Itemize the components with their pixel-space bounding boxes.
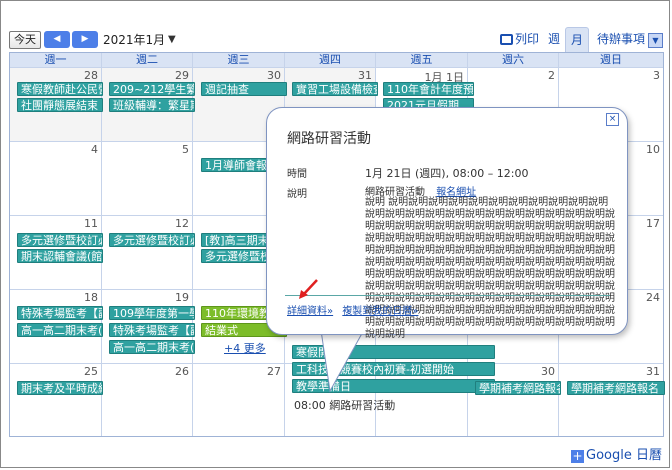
date-number: 30 [541, 365, 555, 378]
date-number: 31 [358, 69, 372, 82]
day-header-thu: 週四 [285, 53, 376, 67]
week-view-tab[interactable]: 週 [548, 27, 560, 51]
day-cell[interactable]: 25 [10, 363, 102, 436]
today-button[interactable]: 今天 [9, 31, 41, 49]
details-link[interactable]: 詳細資料» [287, 306, 333, 317]
day-cell[interactable]: 27 [193, 363, 285, 436]
annotation-arrow-icon [299, 279, 318, 299]
event-chip[interactable]: 期末認輔會議(館 [17, 249, 103, 263]
date-number: 4 [91, 143, 98, 156]
copy-to-calendar-link[interactable]: 複製到我的日曆» [342, 306, 418, 317]
date-number: 25 [84, 365, 98, 378]
date-number: 29 [175, 69, 189, 82]
event-chip[interactable]: 209~212學生繁 [109, 82, 195, 96]
date-number: 19 [175, 291, 189, 304]
day-cell[interactable]: 26 [102, 363, 193, 436]
plus-icon: + [571, 449, 584, 463]
printer-icon [500, 34, 513, 45]
popup-title: 網路研習活動 [287, 131, 371, 147]
day-cell[interactable]: 12 [102, 215, 193, 289]
event-chip[interactable]: 多元選修暨校訂必 [109, 233, 195, 247]
date-number: 28 [84, 69, 98, 82]
toolbar: 今天 ◀ ▶ 2021年1月 ▼ 列印 週 月 待辦事項 ▼ [0, 0, 670, 52]
arrow-right-icon: ▶ [81, 34, 89, 44]
date-number: 12 [175, 217, 189, 230]
event-chip[interactable]: 社團靜態展結束 [17, 98, 103, 112]
day-cell[interactable]: 31 [559, 363, 663, 436]
date-number: 10 [646, 143, 660, 156]
event-chip[interactable]: 特殊考場監考【副 [17, 306, 103, 320]
day-header-sun: 週日 [559, 53, 663, 67]
date-number: 17 [646, 217, 660, 230]
date-number: 24 [646, 291, 660, 304]
print-button[interactable]: 列印 [500, 30, 539, 48]
date-number: 5 [182, 143, 189, 156]
date-number: 30 [267, 69, 281, 82]
event-chip[interactable]: 實習工場設備檢查 [292, 82, 378, 96]
date-number: 26 [175, 365, 189, 378]
time-label: 時間 [287, 169, 307, 180]
event-chip[interactable]: 109學年度第一學 [109, 306, 195, 320]
event-chip[interactable]: 學期補考網路報名 [475, 381, 561, 395]
timed-event[interactable]: 08:00 網路研習活動 [294, 397, 395, 413]
day-header-mon: 週一 [10, 53, 102, 67]
event-chip[interactable]: 特殊考場監考【副 [109, 323, 195, 337]
popup-footer: 詳細資料» 複製到我的日曆» [287, 302, 418, 317]
day-header-tue: 週二 [102, 53, 193, 67]
month-title: 2021年1月 [103, 33, 166, 47]
event-chip[interactable]: 多元選修暨校訂必 [17, 233, 103, 247]
event-chip[interactable]: 期末考及平時成績 [17, 381, 103, 395]
event-chip[interactable]: 學期補考網路報名 [567, 381, 665, 395]
chevron-down-icon[interactable]: ▼ [648, 33, 663, 48]
print-label: 列印 [515, 32, 540, 46]
date-number: 27 [267, 365, 281, 378]
day-header-sat: 週六 [468, 53, 559, 67]
next-month-button[interactable]: ▶ [72, 31, 98, 48]
chevron-down-icon[interactable]: ▼ [168, 31, 176, 49]
desc-head: 網路研習活動 報名網址 [365, 183, 476, 198]
day-cell[interactable]: 5 [102, 141, 193, 215]
date-number: 18 [84, 291, 98, 304]
arrow-left-icon: ◀ [53, 34, 61, 44]
event-chip[interactable]: 寒假教師赴公民營 [17, 82, 103, 96]
date-number: 31 [646, 365, 660, 378]
close-icon[interactable]: × [606, 113, 619, 126]
day-cell[interactable]: 4 [10, 141, 102, 215]
desc-label: 說明 [287, 189, 307, 200]
date-number: 11 [84, 217, 98, 230]
more-events-link[interactable]: +4 更多 [224, 340, 266, 356]
day-header-fri: 週五 [376, 53, 468, 67]
prev-month-button[interactable]: ◀ [44, 31, 70, 48]
event-chip[interactable]: 週記抽查 [201, 82, 287, 96]
brand-text: Google 日曆 [586, 448, 662, 463]
event-chip[interactable]: 班級輔導：繁星期 [109, 98, 195, 112]
date-number: 3 [653, 69, 660, 82]
event-popup: 網路研習活動 × 時間 1月 21日 (週四), 08:00 – 12:00 說… [266, 107, 628, 340]
google-calendar-logo[interactable]: + Google 日曆 [571, 444, 662, 463]
desc-body: 說明 說明說明說明說明說明說明說明說明說明說明說明說明說明說明說明說明說明說明說… [365, 197, 615, 340]
time-value: 1月 21日 (週四), 08:00 – 12:00 [365, 167, 529, 180]
agenda-view-tab[interactable]: 待辦事項 [597, 27, 645, 51]
event-chip[interactable]: 110年會計年度預 [383, 82, 474, 96]
event-chip[interactable]: 高一高二期末考( [109, 340, 195, 354]
month-view-tab[interactable]: 月 [565, 27, 589, 52]
day-header-wed: 週三 [193, 53, 285, 67]
date-number: 2 [548, 69, 555, 82]
divider [285, 295, 610, 296]
event-chip[interactable]: 高一高二期末考( [17, 323, 103, 337]
